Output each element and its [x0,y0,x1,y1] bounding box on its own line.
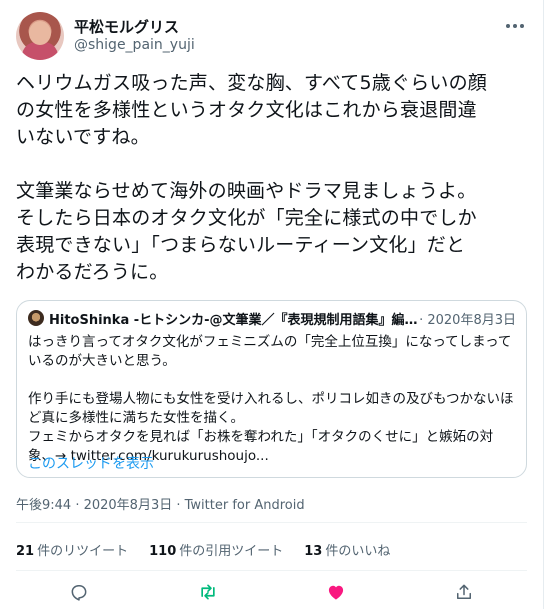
show-thread-link[interactable]: このスレッドを表示 [28,453,154,473]
quotes-stat[interactable]: 110 件の引用ツイート [149,540,283,559]
tweet-meta: 午後9:44 · 2020年8月3日 · Twitter for Android [16,494,305,513]
quoted-avatar [28,310,44,326]
avatar-face [29,21,51,45]
quotes-label: 件の引用ツイート [179,544,284,559]
likes-stat[interactable]: 13 件のいいね [304,540,390,559]
tweet-stats: 21 件のリツイート 110 件の引用ツイート 13 件のいいね [16,540,411,559]
tweet-card: 平松モルグリス @shige_pain_yuji ヘリウムガス吸った声、変な胸、… [0,0,544,609]
divider [16,522,527,523]
likes-count: 13 [304,544,323,559]
quoted-tweet-text: はっきり言ってオタク文化がフェミニズムの「完全上位互換」になってしまって いるの… [28,334,514,464]
retweets-stat[interactable]: 21 件のリツイート [16,540,128,559]
tweet-text: ヘリウムガス吸った声、変な胸、すべて5歳ぐらいの顔 の女性を多様性というオタク文… [16,72,487,283]
retweets-count: 21 [16,544,35,559]
reply-icon[interactable] [64,577,94,607]
heart-icon[interactable] [321,577,351,607]
quoted-date: · 2020年8月3日 [419,313,516,328]
quoted-tweet-header: HitoShinka -ヒトシンカ-@文筆業／『表現規制用語集』編... · 2… [28,309,516,329]
divider [16,570,527,571]
tweet-timestamp[interactable]: 午後9:44 · 2020年8月3日 · [16,498,185,513]
more-options-icon[interactable] [503,16,527,36]
avatar[interactable] [16,12,64,60]
user-handle[interactable]: @shige_pain_yuji [74,37,195,53]
user-display-name[interactable]: 平松モルグリス [74,16,179,37]
likes-label: 件のいいね [325,544,391,559]
tweet-actions [0,575,544,609]
tweet-source-app[interactable]: Twitter for Android [185,498,305,513]
quoted-user-name: HitoShinka -ヒトシンカ-@文筆業／『表現規制用語集』編... [49,313,419,328]
retweet-icon[interactable] [193,577,223,607]
quoted-tweet[interactable]: HitoShinka -ヒトシンカ-@文筆業／『表現規制用語集』編... · 2… [16,300,527,478]
share-icon[interactable] [449,577,479,607]
tweet-header: 平松モルグリス @shige_pain_yuji [16,12,527,64]
quotes-count: 110 [149,544,177,559]
retweets-label: 件のリツイート [37,544,129,559]
